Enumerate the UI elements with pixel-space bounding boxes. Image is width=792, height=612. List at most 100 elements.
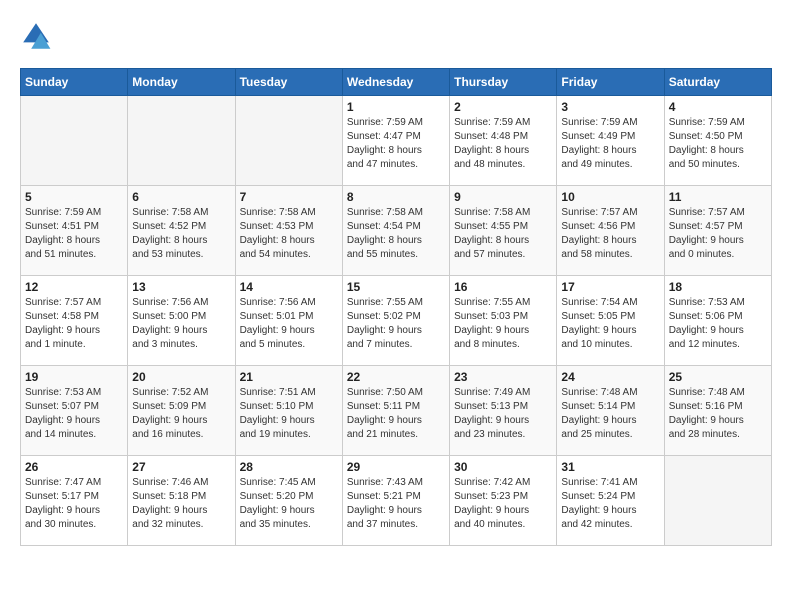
- day-info: Sunrise: 7:53 AM Sunset: 5:06 PM Dayligh…: [669, 296, 767, 352]
- calendar-week-row: 5 Sunrise: 7:59 AM Sunset: 4:51 PM Daylig…: [21, 186, 772, 276]
- weekday-header-friday: Friday: [557, 69, 664, 96]
- calendar-cell: 10 Sunrise: 7:57 AM Sunset: 4:56 PM Dayli…: [557, 186, 664, 276]
- day-info: Sunrise: 7:59 AM Sunset: 4:50 PM Dayligh…: [669, 116, 767, 172]
- calendar-cell: 15Sunrise: 7:55 AM Sunset: 5:02 PM Dayli…: [342, 276, 449, 366]
- calendar-table: SundayMondayTuesdayWednesdayThursdayFrid…: [20, 68, 772, 546]
- day-info: Sunrise: 7:57 AM Sunset: 4:58 PM Dayligh…: [25, 296, 123, 352]
- calendar-cell: 29 Sunrise: 7:43 AM Sunset: 5:21 PM Dayli…: [342, 456, 449, 546]
- day-info: Sunrise: 7:55 AM Sunset: 5:02 PM Dayligh…: [347, 296, 445, 352]
- day-number: 21: [240, 370, 338, 384]
- day-number: 24: [561, 370, 659, 384]
- day-info: Sunrise: 7:53 AM Sunset: 5:07 PM Dayligh…: [25, 386, 123, 442]
- weekday-header-row: SundayMondayTuesdayWednesdayThursdayFrid…: [21, 69, 772, 96]
- calendar-cell: 3 Sunrise: 7:59 AM Sunset: 4:49 PM Daylig…: [557, 96, 664, 186]
- header: [20, 20, 772, 52]
- day-info: Sunrise: 7:42 AM Sunset: 5:23 PM Dayligh…: [454, 476, 552, 532]
- calendar-cell: 21 Sunrise: 7:51 AM Sunset: 5:10 PM Dayli…: [235, 366, 342, 456]
- day-number: 12: [25, 280, 123, 294]
- calendar-cell: 8Sunrise: 7:58 AM Sunset: 4:54 PM Daylig…: [342, 186, 449, 276]
- calendar-cell: [235, 96, 342, 186]
- calendar-cell: 22Sunrise: 7:50 AM Sunset: 5:11 PM Dayli…: [342, 366, 449, 456]
- day-number: 17: [561, 280, 659, 294]
- calendar-cell: 24 Sunrise: 7:48 AM Sunset: 5:14 PM Dayli…: [557, 366, 664, 456]
- day-number: 19: [25, 370, 123, 384]
- day-number: 6: [132, 190, 230, 204]
- day-number: 4: [669, 100, 767, 114]
- day-info: Sunrise: 7:47 AM Sunset: 5:17 PM Dayligh…: [25, 476, 123, 532]
- day-info: Sunrise: 7:59 AM Sunset: 4:49 PM Dayligh…: [561, 116, 659, 172]
- day-number: 1: [347, 100, 445, 114]
- day-info: Sunrise: 7:51 AM Sunset: 5:10 PM Dayligh…: [240, 386, 338, 442]
- day-info: Sunrise: 7:59 AM Sunset: 4:51 PM Dayligh…: [25, 206, 123, 262]
- calendar-cell: 13Sunrise: 7:56 AM Sunset: 5:00 PM Dayli…: [128, 276, 235, 366]
- calendar-cell: 6 Sunrise: 7:58 AM Sunset: 4:52 PM Daylig…: [128, 186, 235, 276]
- day-info: Sunrise: 7:58 AM Sunset: 4:52 PM Dayligh…: [132, 206, 230, 262]
- calendar-cell: 23Sunrise: 7:49 AM Sunset: 5:13 PM Dayli…: [450, 366, 557, 456]
- calendar-cell: 14Sunrise: 7:56 AM Sunset: 5:01 PM Dayli…: [235, 276, 342, 366]
- day-info: Sunrise: 7:48 AM Sunset: 5:14 PM Dayligh…: [561, 386, 659, 442]
- logo: [20, 20, 58, 52]
- day-number: 23: [454, 370, 552, 384]
- day-number: 5: [25, 190, 123, 204]
- calendar-cell: 19 Sunrise: 7:53 AM Sunset: 5:07 PM Dayli…: [21, 366, 128, 456]
- day-info: Sunrise: 7:43 AM Sunset: 5:21 PM Dayligh…: [347, 476, 445, 532]
- calendar-cell: 27 Sunrise: 7:46 AM Sunset: 5:18 PM Dayli…: [128, 456, 235, 546]
- calendar-cell: 4 Sunrise: 7:59 AM Sunset: 4:50 PM Daylig…: [664, 96, 771, 186]
- day-number: 28: [240, 460, 338, 474]
- day-info: Sunrise: 7:48 AM Sunset: 5:16 PM Dayligh…: [669, 386, 767, 442]
- day-info: Sunrise: 7:58 AM Sunset: 4:55 PM Dayligh…: [454, 206, 552, 262]
- day-info: Sunrise: 7:57 AM Sunset: 4:57 PM Dayligh…: [669, 206, 767, 262]
- day-info: Sunrise: 7:59 AM Sunset: 4:48 PM Dayligh…: [454, 116, 552, 172]
- day-number: 18: [669, 280, 767, 294]
- weekday-header-thursday: Thursday: [450, 69, 557, 96]
- logo-icon: [20, 20, 52, 52]
- day-number: 20: [132, 370, 230, 384]
- calendar-cell: 11 Sunrise: 7:57 AM Sunset: 4:57 PM Dayli…: [664, 186, 771, 276]
- day-info: Sunrise: 7:55 AM Sunset: 5:03 PM Dayligh…: [454, 296, 552, 352]
- day-info: Sunrise: 7:50 AM Sunset: 5:11 PM Dayligh…: [347, 386, 445, 442]
- calendar-cell: 2 Sunrise: 7:59 AM Sunset: 4:48 PM Daylig…: [450, 96, 557, 186]
- day-number: 7: [240, 190, 338, 204]
- day-number: 10: [561, 190, 659, 204]
- calendar-cell: 28 Sunrise: 7:45 AM Sunset: 5:20 PM Dayli…: [235, 456, 342, 546]
- day-number: 25: [669, 370, 767, 384]
- calendar-cell: 17Sunrise: 7:54 AM Sunset: 5:05 PM Dayli…: [557, 276, 664, 366]
- weekday-header-saturday: Saturday: [664, 69, 771, 96]
- calendar-cell: 20 Sunrise: 7:52 AM Sunset: 5:09 PM Dayli…: [128, 366, 235, 456]
- weekday-header-tuesday: Tuesday: [235, 69, 342, 96]
- day-info: Sunrise: 7:58 AM Sunset: 4:53 PM Dayligh…: [240, 206, 338, 262]
- day-info: Sunrise: 7:59 AM Sunset: 4:47 PM Dayligh…: [347, 116, 445, 172]
- weekday-header-wednesday: Wednesday: [342, 69, 449, 96]
- calendar-cell: 1 Sunrise: 7:59 AM Sunset: 4:47 PM Daylig…: [342, 96, 449, 186]
- day-number: 31: [561, 460, 659, 474]
- day-info: Sunrise: 7:52 AM Sunset: 5:09 PM Dayligh…: [132, 386, 230, 442]
- day-info: Sunrise: 7:57 AM Sunset: 4:56 PM Dayligh…: [561, 206, 659, 262]
- calendar-cell: [664, 456, 771, 546]
- calendar-cell: 5 Sunrise: 7:59 AM Sunset: 4:51 PM Daylig…: [21, 186, 128, 276]
- day-info: Sunrise: 7:45 AM Sunset: 5:20 PM Dayligh…: [240, 476, 338, 532]
- calendar-week-row: 12 Sunrise: 7:57 AM Sunset: 4:58 PM Dayli…: [21, 276, 772, 366]
- day-number: 3: [561, 100, 659, 114]
- day-number: 9: [454, 190, 552, 204]
- calendar-cell: 25 Sunrise: 7:48 AM Sunset: 5:16 PM Dayli…: [664, 366, 771, 456]
- day-number: 2: [454, 100, 552, 114]
- day-info: Sunrise: 7:41 AM Sunset: 5:24 PM Dayligh…: [561, 476, 659, 532]
- day-info: Sunrise: 7:56 AM Sunset: 5:01 PM Dayligh…: [240, 296, 338, 352]
- day-info: Sunrise: 7:56 AM Sunset: 5:00 PM Dayligh…: [132, 296, 230, 352]
- weekday-header-monday: Monday: [128, 69, 235, 96]
- calendar-cell: 12 Sunrise: 7:57 AM Sunset: 4:58 PM Dayli…: [21, 276, 128, 366]
- calendar-week-row: 26 Sunrise: 7:47 AM Sunset: 5:17 PM Dayli…: [21, 456, 772, 546]
- calendar-cell: 7 Sunrise: 7:58 AM Sunset: 4:53 PM Daylig…: [235, 186, 342, 276]
- calendar-cell: 26 Sunrise: 7:47 AM Sunset: 5:17 PM Dayli…: [21, 456, 128, 546]
- calendar-cell: 18 Sunrise: 7:53 AM Sunset: 5:06 PM Dayli…: [664, 276, 771, 366]
- calendar-cell: 31 Sunrise: 7:41 AM Sunset: 5:24 PM Dayli…: [557, 456, 664, 546]
- day-number: 27: [132, 460, 230, 474]
- day-info: Sunrise: 7:58 AM Sunset: 4:54 PM Dayligh…: [347, 206, 445, 262]
- day-number: 29: [347, 460, 445, 474]
- day-number: 26: [25, 460, 123, 474]
- calendar-cell: 30Sunrise: 7:42 AM Sunset: 5:23 PM Dayli…: [450, 456, 557, 546]
- day-info: Sunrise: 7:46 AM Sunset: 5:18 PM Dayligh…: [132, 476, 230, 532]
- weekday-header-sunday: Sunday: [21, 69, 128, 96]
- day-number: 11: [669, 190, 767, 204]
- day-number: 16: [454, 280, 552, 294]
